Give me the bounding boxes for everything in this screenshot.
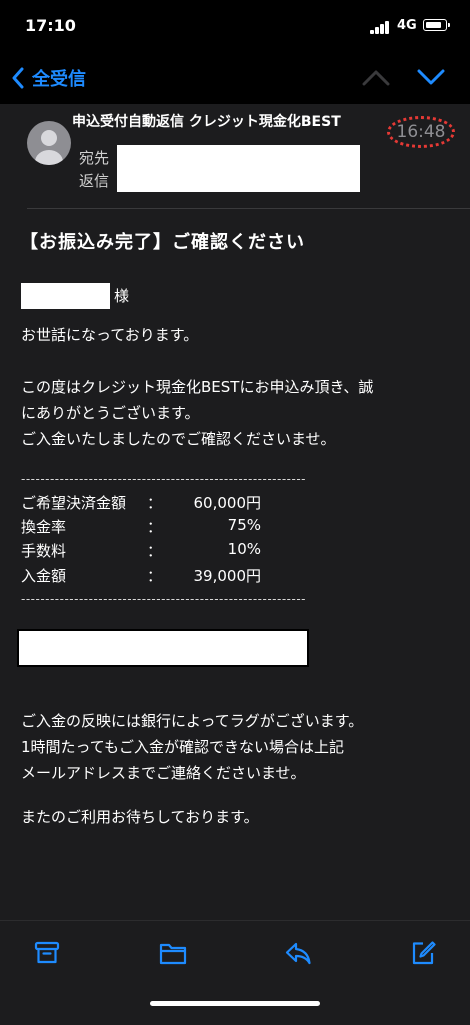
honorific: 様 <box>114 287 130 305</box>
body-line: ご入金の反映には銀行によってラグがございます。 <box>21 712 364 730</box>
body-line: にありがとうございます。 <box>21 404 200 422</box>
fee-value: 39,000円 <box>193 567 262 585</box>
nav-bar: 全受信 <box>0 52 470 104</box>
recipient-name-redaction <box>21 283 110 309</box>
separator-line: ----------------------------------------… <box>21 472 306 486</box>
compose-icon[interactable] <box>410 940 436 966</box>
mail-view: 申込受付自動返信 クレジット現金化BEST 16:48 宛先 返信 【お振込み完… <box>0 104 470 920</box>
status-bar: 17:10 4G <box>0 0 470 52</box>
fee-label: 換金率 <box>21 518 67 536</box>
battery-icon <box>423 19 450 31</box>
body-line: この度はクレジット現金化BESTにお申込み頂き、誠 <box>21 378 374 396</box>
bottom-toolbar <box>0 920 470 1025</box>
reply-icon[interactable] <box>284 940 312 966</box>
header-divider <box>27 208 470 209</box>
fee-value: 60,000円 <box>193 494 262 512</box>
signal-icon <box>370 20 394 34</box>
back-chevron-icon <box>12 67 24 89</box>
fee-colon: ： <box>147 542 163 560</box>
contact-redaction <box>17 629 309 667</box>
fee-colon: ： <box>147 518 163 536</box>
separator-line: ----------------------------------------… <box>21 592 306 606</box>
closing-text: またのご利用お待ちしております。 <box>21 808 259 826</box>
mail-header: 申込受付自動返信 クレジット現金化BEST 16:48 宛先 返信 <box>0 104 470 208</box>
folder-icon[interactable] <box>159 940 187 966</box>
sender-name[interactable]: 申込受付自動返信 クレジット現金化BEST <box>72 111 341 131</box>
back-label: 全受信 <box>32 69 86 90</box>
mail-time-text: 16:48 <box>396 122 446 142</box>
notice-paragraph: ご入金の反映には銀行によってラグがございます。 1時間たってもご入金が確認できな… <box>21 708 363 786</box>
fee-label: 入金額 <box>21 567 67 585</box>
fee-label: 手数料 <box>21 542 67 560</box>
thanks-paragraph: この度はクレジット現金化BESTにお申込み頂き、誠 にありがとうございます。 ご… <box>21 374 373 452</box>
fee-value: 10% <box>227 540 261 558</box>
mail-subject: 【お振込み完了】ご確認ください <box>20 232 305 253</box>
back-button[interactable]: 全受信 <box>12 66 86 90</box>
chevron-up-icon[interactable] <box>362 68 390 86</box>
sender-avatar[interactable] <box>27 121 71 165</box>
chevron-down-icon[interactable] <box>417 68 445 86</box>
body-line: ご入金いたしましたのでご確認くださいませ。 <box>21 430 336 448</box>
fee-label: ご希望決済金額 <box>21 494 127 512</box>
archive-icon[interactable] <box>34 940 60 966</box>
fee-colon: ： <box>147 494 163 512</box>
fee-row: 入金額 ： 39,000円 <box>21 565 261 591</box>
fee-row: 手数料 ： 10% <box>21 540 261 566</box>
fee-colon: ： <box>147 567 163 585</box>
reply-to-label: 返信 <box>79 172 110 190</box>
body-line: メールアドレスまでご連絡くださいませ。 <box>21 764 306 782</box>
to-label: 宛先 <box>79 149 110 167</box>
greeting-text: お世話になっております。 <box>21 326 199 344</box>
home-indicator[interactable] <box>150 1001 320 1006</box>
fee-value: 75% <box>227 516 261 534</box>
mail-time: 16:48 <box>387 116 455 148</box>
status-time: 17:10 <box>25 16 76 35</box>
body-line: 1時間たってもご入金が確認できない場合は上記 <box>21 738 345 756</box>
network-type: 4G <box>397 18 417 33</box>
fee-row: 換金率 ： 75% <box>21 516 261 542</box>
fee-row: ご希望決済金額 ： 60,000円 <box>21 492 261 518</box>
recipient-redaction <box>117 145 360 192</box>
